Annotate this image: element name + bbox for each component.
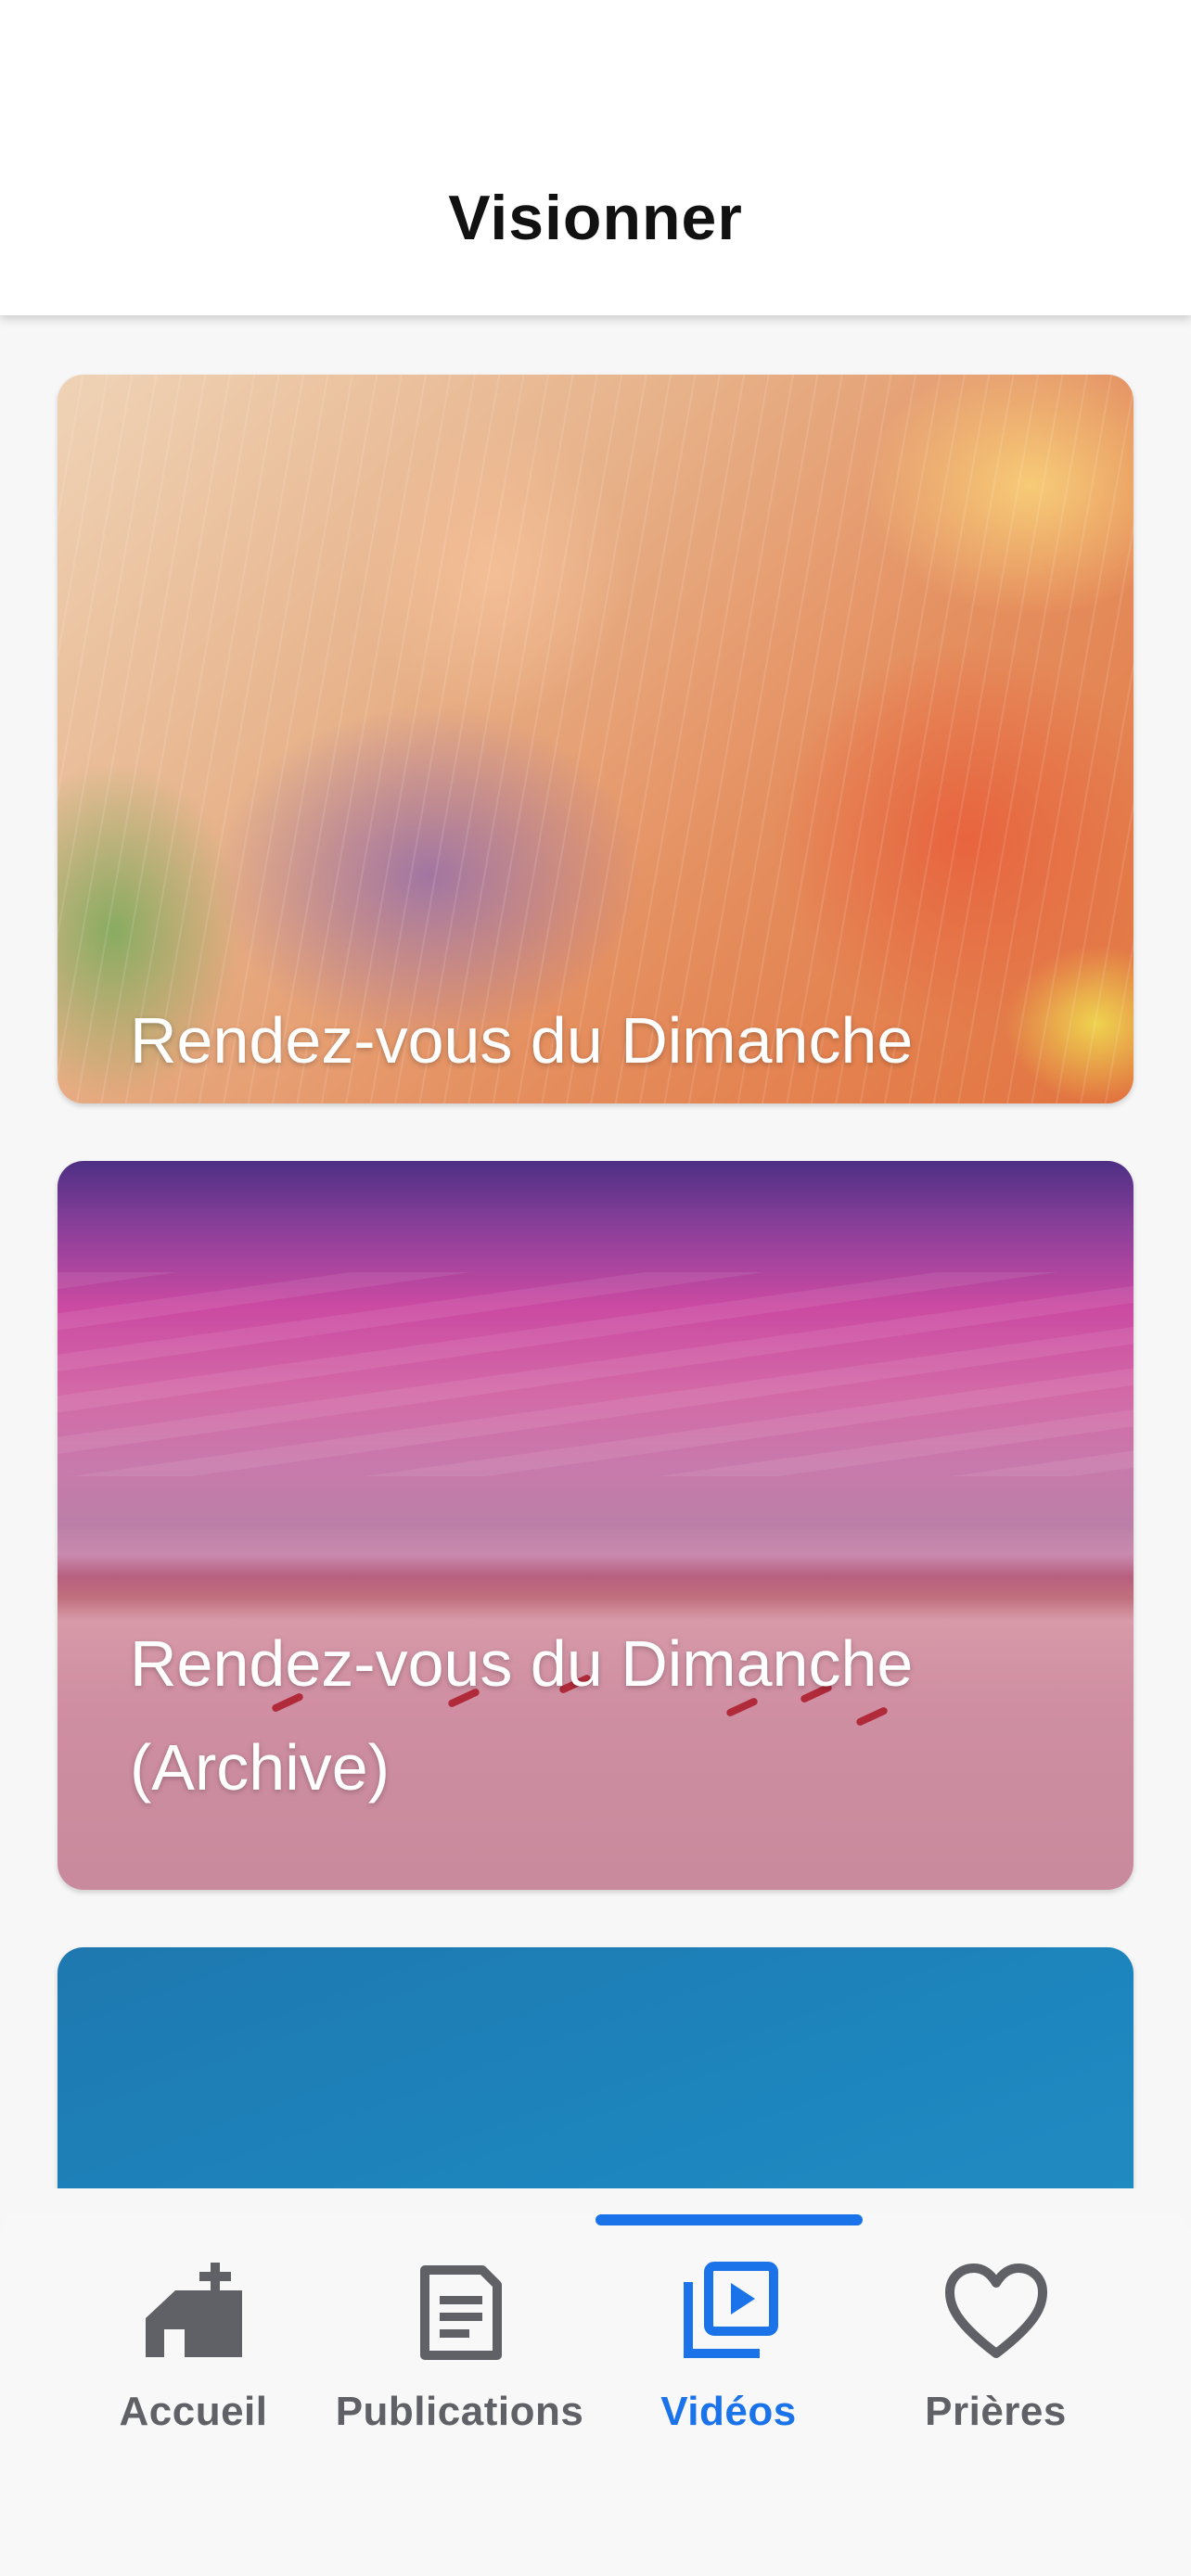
- nav-item-publications[interactable]: Publications: [311, 2244, 608, 2467]
- video-library-icon: [673, 2257, 785, 2373]
- video-card[interactable]: [58, 1947, 1133, 2188]
- card-title: Rendez-vous du Dimanche: [130, 1004, 914, 1077]
- nav-label: Prières: [925, 2389, 1067, 2434]
- heart-icon: [941, 2257, 1052, 2373]
- app-header: Visionner: [0, 0, 1191, 315]
- card-thumbnail: [58, 1947, 1133, 2188]
- nav-label: Vidéos: [660, 2389, 797, 2434]
- nav-item-accueil[interactable]: Accueil: [45, 2244, 342, 2467]
- nav-label: Publications: [335, 2389, 584, 2434]
- article-icon: [404, 2257, 516, 2373]
- church-icon: [138, 2257, 250, 2373]
- cloud-overlay: [58, 1272, 1133, 1476]
- card-title: Rendez-vous du Dimanche (Archive): [130, 1627, 914, 1804]
- nav-item-videos[interactable]: Vidéos: [580, 2244, 877, 2467]
- nav-label: Accueil: [119, 2389, 268, 2434]
- nav-item-prieres[interactable]: Prières: [847, 2244, 1145, 2467]
- active-tab-indicator: [596, 2214, 863, 2225]
- page-title: Visionner: [448, 183, 743, 253]
- video-card[interactable]: Rendez-vous du Dimanche (Archive): [58, 1161, 1133, 1890]
- video-card[interactable]: Rendez-vous du Dimanche: [58, 375, 1133, 1103]
- video-list[interactable]: Rendez-vous du Dimanche Rendez-vous du D…: [0, 315, 1191, 2188]
